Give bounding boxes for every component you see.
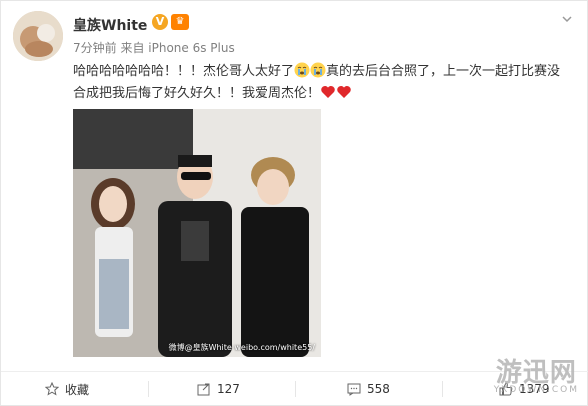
verified-badge[interactable]: V — [152, 14, 168, 30]
share-count: 127 — [217, 382, 240, 396]
site-watermark-title: 游迅网 — [495, 358, 577, 388]
post-text-part1: 哈哈哈哈哈哈哈！！！杰伦哥人太好了 — [73, 64, 295, 79]
photo-watermark: 微博@皇族White weibo.com/white55/ — [168, 343, 315, 352]
avatar-image — [13, 11, 63, 61]
avatar[interactable] — [13, 11, 63, 61]
divider — [148, 381, 149, 397]
crying-emoji-icon — [294, 62, 310, 78]
post-photo[interactable]: 微博@皇族White weibo.com/white55/ — [73, 109, 321, 357]
post-text: 哈哈哈哈哈哈哈！！！杰伦哥人太好了 真的去后台合照了，上一次一起打比赛没合成把我… — [73, 61, 573, 105]
weibo-post-card: 皇族White V ♛ 7分钟前 来自 iPhone 6s Plus 哈哈哈哈哈… — [0, 0, 588, 406]
heart-emoji-icon — [337, 86, 351, 98]
crying-emoji-icon — [310, 62, 326, 78]
share-button[interactable]: 127 — [197, 372, 240, 406]
divider — [295, 381, 296, 397]
comment-icon — [347, 383, 361, 396]
heart-emoji-icon — [321, 86, 335, 98]
photo-image — [73, 109, 321, 357]
site-watermark: 游迅网 YXDOWN.COM — [494, 352, 579, 395]
post-meta: 7分钟前 来自 iPhone 6s Plus — [73, 41, 235, 55]
star-icon — [45, 382, 59, 396]
site-watermark-domain: YXDOWN.COM — [493, 385, 579, 395]
comment-count: 558 — [367, 382, 390, 396]
share-icon — [197, 383, 210, 396]
divider — [442, 381, 443, 397]
favorite-label: 收藏 — [65, 382, 90, 397]
member-badge[interactable]: ♛ — [171, 14, 189, 30]
chevron-down-icon[interactable] — [561, 13, 573, 25]
favorite-button[interactable]: 收藏 — [45, 372, 89, 406]
comment-button[interactable]: 558 — [347, 372, 390, 406]
user-name[interactable]: 皇族White — [73, 15, 147, 35]
